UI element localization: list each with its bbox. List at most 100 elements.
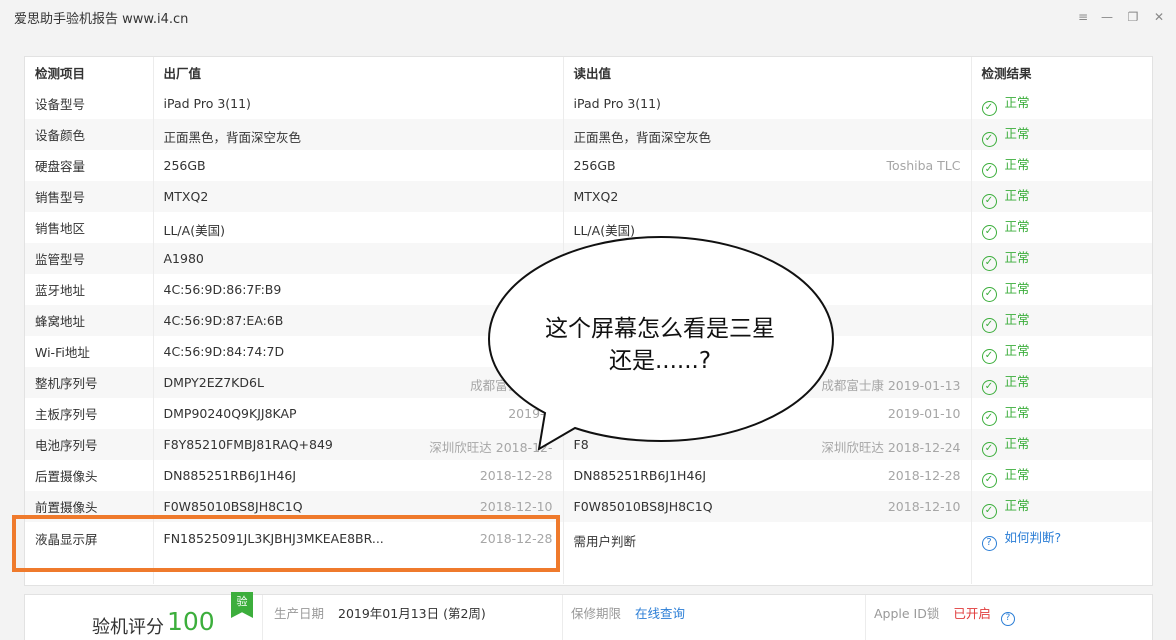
menu-icon[interactable]: ≡ xyxy=(1074,8,1092,26)
verified-badge: 验 xyxy=(231,592,253,618)
result-cell: ✓ 正常 xyxy=(971,305,1152,336)
header-result: 检测结果 xyxy=(971,57,1152,88)
header-item: 检测项目 xyxy=(25,57,154,88)
close-icon[interactable]: ✕ xyxy=(1150,8,1168,26)
factory-cell: F0W85010BS8JH8C1Q 2018-12-10 xyxy=(153,491,564,522)
read-value: iPad Pro 3(11) xyxy=(573,96,661,111)
table-header-row: 检测项目 出厂值 读出值 检测结果 xyxy=(25,57,1152,88)
factory-value: LL/A(美国) xyxy=(163,223,225,238)
check-circle-icon: ✓ xyxy=(981,441,997,457)
item-cell: 主板序列号 xyxy=(25,398,154,429)
warranty-query-link[interactable]: 在线查询 xyxy=(635,606,685,621)
table-row: 后置摄像头 DN885251RB6J1H46J 2018-12-28 DN885251… xyxy=(25,460,1152,491)
table-row: 硬盘容量 256GB 256GB Toshiba TLC ✓ 正常 xyxy=(25,150,1152,181)
item-cell: 设备颜色 xyxy=(25,119,154,150)
factory-cell: MTXQ2 xyxy=(153,181,564,212)
factory-sub: 2018-12-28 xyxy=(479,468,553,483)
header-factory: 出厂值 xyxy=(153,57,564,88)
window-title: 爱思助手验机报告 www.i4.cn xyxy=(14,12,189,27)
check-circle-icon: ✓ xyxy=(981,410,997,426)
header-read: 读出值 xyxy=(563,57,972,88)
how-to-judge-link[interactable]: 如何判断? xyxy=(1005,530,1062,545)
check-circle-icon: ✓ xyxy=(981,131,997,147)
factory-cell: iPad Pro 3(11) xyxy=(153,88,564,119)
empty-cell xyxy=(971,555,1152,584)
factory-value: 正面黑色，背面深空灰色 xyxy=(163,130,302,145)
result-text: 正常 xyxy=(1004,435,1030,451)
score-label: 验机评分 xyxy=(92,617,164,638)
question-circle-icon: ? xyxy=(981,535,997,551)
item-cell: 前置摄像头 xyxy=(25,491,154,522)
factory-value: DMP90240Q9KJJ8KAP xyxy=(163,406,297,421)
factory-value: 4C:56:9D:86:7F:B9 xyxy=(163,282,282,297)
factory-cell: 256GB xyxy=(153,150,564,181)
check-circle-icon: ✓ xyxy=(981,224,997,240)
result-text: 正常 xyxy=(1004,156,1030,172)
check-circle-icon: ✓ xyxy=(981,472,997,488)
read-cell: F0W85010BS8JH8C1Q 2018-12-10 xyxy=(563,491,972,522)
check-circle-icon: ✓ xyxy=(981,193,997,209)
divider xyxy=(865,595,866,640)
item-cell: 硬盘容量 xyxy=(25,150,154,181)
read-value: 需用户判断 xyxy=(573,534,637,549)
factory-cell: 正面黑色，背面深空灰色 xyxy=(153,119,564,150)
restore-icon[interactable]: ❐ xyxy=(1124,8,1142,26)
item-cell: 监管型号 xyxy=(25,243,154,274)
empty-cell xyxy=(563,555,972,584)
check-circle-icon: ✓ xyxy=(981,255,997,271)
result-text: 正常 xyxy=(1004,280,1030,296)
check-circle-icon: ✓ xyxy=(981,503,997,519)
minimize-icon[interactable]: — xyxy=(1098,8,1116,26)
result-text: 正常 xyxy=(1004,249,1030,265)
result-text: 正常 xyxy=(1004,404,1030,420)
result-text: 正常 xyxy=(1004,373,1030,389)
item-cell: 电池序列号 xyxy=(25,429,154,460)
result-cell[interactable]: ? 如何判断? xyxy=(971,522,1152,555)
check-circle-icon: ✓ xyxy=(981,348,997,364)
result-text: 正常 xyxy=(1004,94,1030,110)
result-text: 正常 xyxy=(1004,342,1030,358)
read-sub: 2018-12-10 xyxy=(887,499,961,514)
result-cell: ✓ 正常 xyxy=(971,367,1152,398)
factory-cell: FN18525091JL3KJBHJ3MKEAE8BR... 2018-12-28 xyxy=(153,522,564,555)
read-sub: 成都富士康 2019-01-13 xyxy=(821,378,961,393)
help-icon[interactable]: ? xyxy=(1000,612,1015,626)
item-cell: 液晶显示屏 xyxy=(25,522,154,555)
read-sub: 2019-01-10 xyxy=(887,406,961,421)
table-row: 设备颜色 正面黑色，背面深空灰色 正面黑色，背面深空灰色 ✓ 正常 xyxy=(25,119,1152,150)
item-cell: 销售型号 xyxy=(25,181,154,212)
divider xyxy=(562,595,563,640)
result-cell: ✓ 正常 xyxy=(971,274,1152,305)
score-value: 100 xyxy=(167,607,215,636)
result-cell: ✓ 正常 xyxy=(971,398,1152,429)
result-text: 正常 xyxy=(1004,466,1030,482)
result-cell: ✓ 正常 xyxy=(971,460,1152,491)
table-row: 销售型号 MTXQ2 MTXQ2 ✓ 正常 xyxy=(25,181,1152,212)
summary-panel: 验机评分 100 验 生产日期 2019年01月13日 (第2周) 保修期限 在… xyxy=(24,592,1153,640)
read-cell: DN885251RB6J1H46J 2018-12-28 xyxy=(563,460,972,491)
read-cell: 正面黑色，背面深空灰色 xyxy=(563,119,972,150)
empty-cell xyxy=(25,555,154,584)
read-cell: 需用户判断 xyxy=(563,522,972,555)
result-cell: ✓ 正常 xyxy=(971,212,1152,243)
result-cell: ✓ 正常 xyxy=(971,491,1152,522)
factory-value: 4C:56:9D:87:EA:6B xyxy=(163,313,284,328)
item-cell: Wi-Fi地址 xyxy=(25,336,154,367)
result-cell: ✓ 正常 xyxy=(971,150,1152,181)
factory-value: iPad Pro 3(11) xyxy=(163,96,251,111)
warranty-label: 保修期限 xyxy=(571,606,622,621)
factory-value: DMPY2EZ7KD6L xyxy=(163,375,264,390)
factory-value: MTXQ2 xyxy=(163,189,209,204)
read-cell: 256GB Toshiba TLC xyxy=(563,150,972,181)
check-circle-icon: ✓ xyxy=(981,317,997,333)
table-row: 设备型号 iPad Pro 3(11) iPad Pro 3(11) ✓ 正常 xyxy=(25,88,1152,119)
check-circle-icon: ✓ xyxy=(981,286,997,302)
result-cell: ✓ 正常 xyxy=(971,429,1152,460)
read-sub: 深圳欣旺达 2018-12-24 xyxy=(821,440,961,455)
apple-id-status: 已开启 xyxy=(953,606,991,621)
production-date: 生产日期 2019年01月13日 (第2周) xyxy=(274,603,486,622)
result-text: 正常 xyxy=(1004,218,1030,234)
result-text: 正常 xyxy=(1004,311,1030,327)
factory-value: FN18525091JL3KJBHJ3MKEAE8BR... xyxy=(163,531,384,546)
table-row: 前置摄像头 F0W85010BS8JH8C1Q 2018-12-10 F0W85010… xyxy=(25,491,1152,522)
